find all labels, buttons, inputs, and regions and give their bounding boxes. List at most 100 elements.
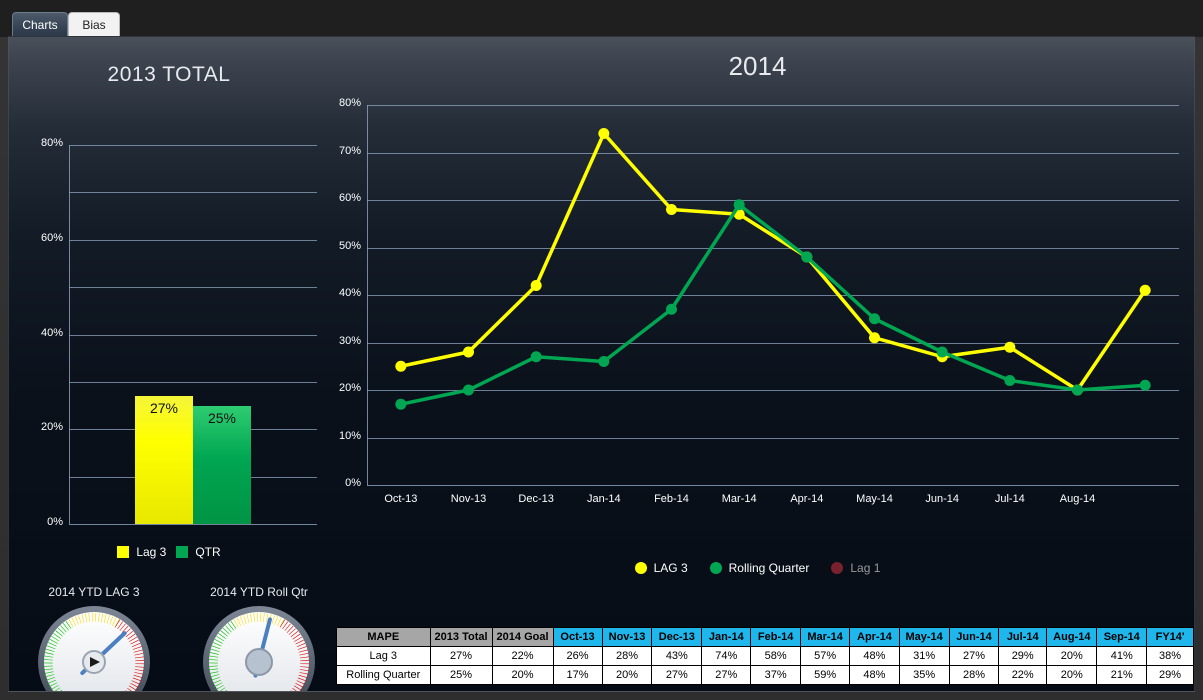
- line-data-point[interactable]: [598, 356, 609, 367]
- legend-item-lag1[interactable]: Lag 1: [831, 561, 880, 575]
- table-cell: 31%: [899, 647, 949, 666]
- gauge-ytd-roll-qtr-dial: 29%: [201, 604, 317, 692]
- line-gridline: [367, 390, 1179, 391]
- bar-column[interactable]: 27%: [135, 396, 193, 524]
- line-gridline: [367, 105, 1179, 106]
- table-cell: 27%: [652, 666, 702, 685]
- legend-swatch-lag3: [117, 546, 129, 558]
- table-cell: 74%: [702, 647, 751, 666]
- bar-y-tick: 80%: [11, 137, 63, 149]
- legend-label-lag3: Lag 3: [136, 545, 166, 559]
- line-data-point[interactable]: [869, 313, 880, 324]
- table-cell: 48%: [850, 666, 899, 685]
- line-gridline: [367, 343, 1179, 344]
- legend-label-lag3: LAG 3: [654, 561, 688, 575]
- line-data-point[interactable]: [666, 204, 677, 215]
- table-cell: 28%: [602, 647, 652, 666]
- bar-gridline: [69, 382, 317, 383]
- table-column-header: Sep-14: [1097, 628, 1147, 647]
- table-cell: 57%: [800, 647, 849, 666]
- bar-gridline: [69, 335, 317, 336]
- table-header: MAPE2013 Total2014 GoalOct-13Nov-13Dec-1…: [337, 628, 1194, 647]
- line-x-tick: Aug-14: [1038, 493, 1118, 505]
- table-cell: 59%: [800, 666, 849, 685]
- table-cell: 35%: [899, 666, 949, 685]
- legend-swatch-lag3: [635, 562, 647, 574]
- bar-gridline: [69, 145, 317, 146]
- line-y-tick: 80%: [321, 97, 361, 109]
- dashboard-app: Charts Bias 2013 TOTAL 0%20%40%60%80%27%…: [0, 0, 1203, 700]
- bar-gridline: [69, 192, 317, 193]
- line-gridline: [367, 248, 1179, 249]
- line-data-point[interactable]: [395, 399, 406, 410]
- table-column-header: Dec-13: [652, 628, 702, 647]
- line-data-point[interactable]: [598, 128, 609, 139]
- table-cell: 27%: [702, 666, 751, 685]
- bar-y-tick: 40%: [11, 327, 63, 339]
- legend-swatch-lag1: [831, 562, 843, 574]
- table-cell: 37%: [751, 666, 800, 685]
- table-header-row: MAPE2013 Total2014 GoalOct-13Nov-13Dec-1…: [337, 628, 1194, 647]
- legend-item-lag3[interactable]: LAG 3: [635, 561, 688, 575]
- line-chart-2014: 2014 0%10%20%30%40%50%60%70%80%Oct-13Nov…: [319, 37, 1195, 597]
- table-cell: 17%: [553, 666, 602, 685]
- bar-y-tick: 60%: [11, 232, 63, 244]
- line-data-point[interactable]: [666, 304, 677, 315]
- line-data-point[interactable]: [801, 252, 812, 263]
- line-series-path: [401, 134, 1145, 391]
- line-data-point[interactable]: [395, 361, 406, 372]
- bar-plot-area: 0%20%40%60%80%27%25%: [9, 37, 319, 537]
- line-data-point[interactable]: [734, 209, 745, 220]
- line-y-tick: 0%: [321, 477, 361, 489]
- table-cell: 20%: [602, 666, 652, 685]
- bar-y-tick: 20%: [11, 421, 63, 433]
- table-cell: 20%: [492, 666, 553, 685]
- table-column-header: Apr-14: [850, 628, 899, 647]
- table-row-label: Rolling Quarter: [337, 666, 431, 685]
- table-column-header: May-14: [899, 628, 949, 647]
- line-plot-area: 0%10%20%30%40%50%60%70%80%Oct-13Nov-13De…: [319, 37, 1195, 597]
- table-column-header: Nov-13: [602, 628, 652, 647]
- table-column-header: FY14': [1147, 628, 1194, 647]
- table-cell: 22%: [492, 647, 553, 666]
- line-data-point[interactable]: [531, 351, 542, 362]
- line-y-tick: 60%: [321, 192, 361, 204]
- table-cell: 26%: [553, 647, 602, 666]
- line-y-tick: 10%: [321, 430, 361, 442]
- bar-column[interactable]: 25%: [193, 406, 251, 524]
- mape-data-table: MAPE2013 Total2014 GoalOct-13Nov-13Dec-1…: [336, 627, 1194, 685]
- gauge-ytd-lag3-value: 38%: [36, 691, 152, 692]
- legend-item-qtr[interactable]: QTR: [176, 545, 220, 559]
- bar-x-axis: [69, 524, 317, 525]
- line-data-point[interactable]: [1004, 375, 1015, 386]
- line-gridline: [367, 295, 1179, 296]
- table-column-header: Jul-14: [999, 628, 1047, 647]
- dashboard-panel: 2013 TOTAL 0%20%40%60%80%27%25% Lag 3 QT…: [8, 36, 1195, 692]
- line-gridline: [367, 200, 1179, 201]
- table-cell: 41%: [1097, 647, 1147, 666]
- table-column-header: Feb-14: [751, 628, 800, 647]
- tab-bias[interactable]: Bias: [68, 12, 120, 37]
- legend-item-rolling-quarter[interactable]: Rolling Quarter: [710, 561, 810, 575]
- table-cell: 27%: [430, 647, 492, 666]
- legend-item-lag3[interactable]: Lag 3: [117, 545, 166, 559]
- line-y-tick: 20%: [321, 382, 361, 394]
- line-data-point[interactable]: [937, 351, 948, 362]
- tab-charts[interactable]: Charts: [12, 12, 68, 37]
- table-cell: 21%: [1097, 666, 1147, 685]
- table-column-header: MAPE: [337, 628, 431, 647]
- line-y-axis: [367, 105, 368, 485]
- table-column-header: 2013 Total: [430, 628, 492, 647]
- bar-y-axis: [69, 145, 70, 524]
- table-cell: 27%: [949, 647, 998, 666]
- line-data-point[interactable]: [463, 347, 474, 358]
- line-data-point[interactable]: [801, 252, 812, 263]
- line-data-point[interactable]: [937, 347, 948, 358]
- table-row: Rolling Quarter25%20%17%20%27%27%37%59%4…: [337, 666, 1194, 685]
- line-y-tick: 70%: [321, 145, 361, 157]
- line-data-point[interactable]: [531, 280, 542, 291]
- table-row-label: Lag 3: [337, 647, 431, 666]
- tab-strip: Charts Bias: [0, 0, 1203, 37]
- table-column-header: Aug-14: [1047, 628, 1097, 647]
- legend-label-rolling-quarter: Rolling Quarter: [729, 561, 810, 575]
